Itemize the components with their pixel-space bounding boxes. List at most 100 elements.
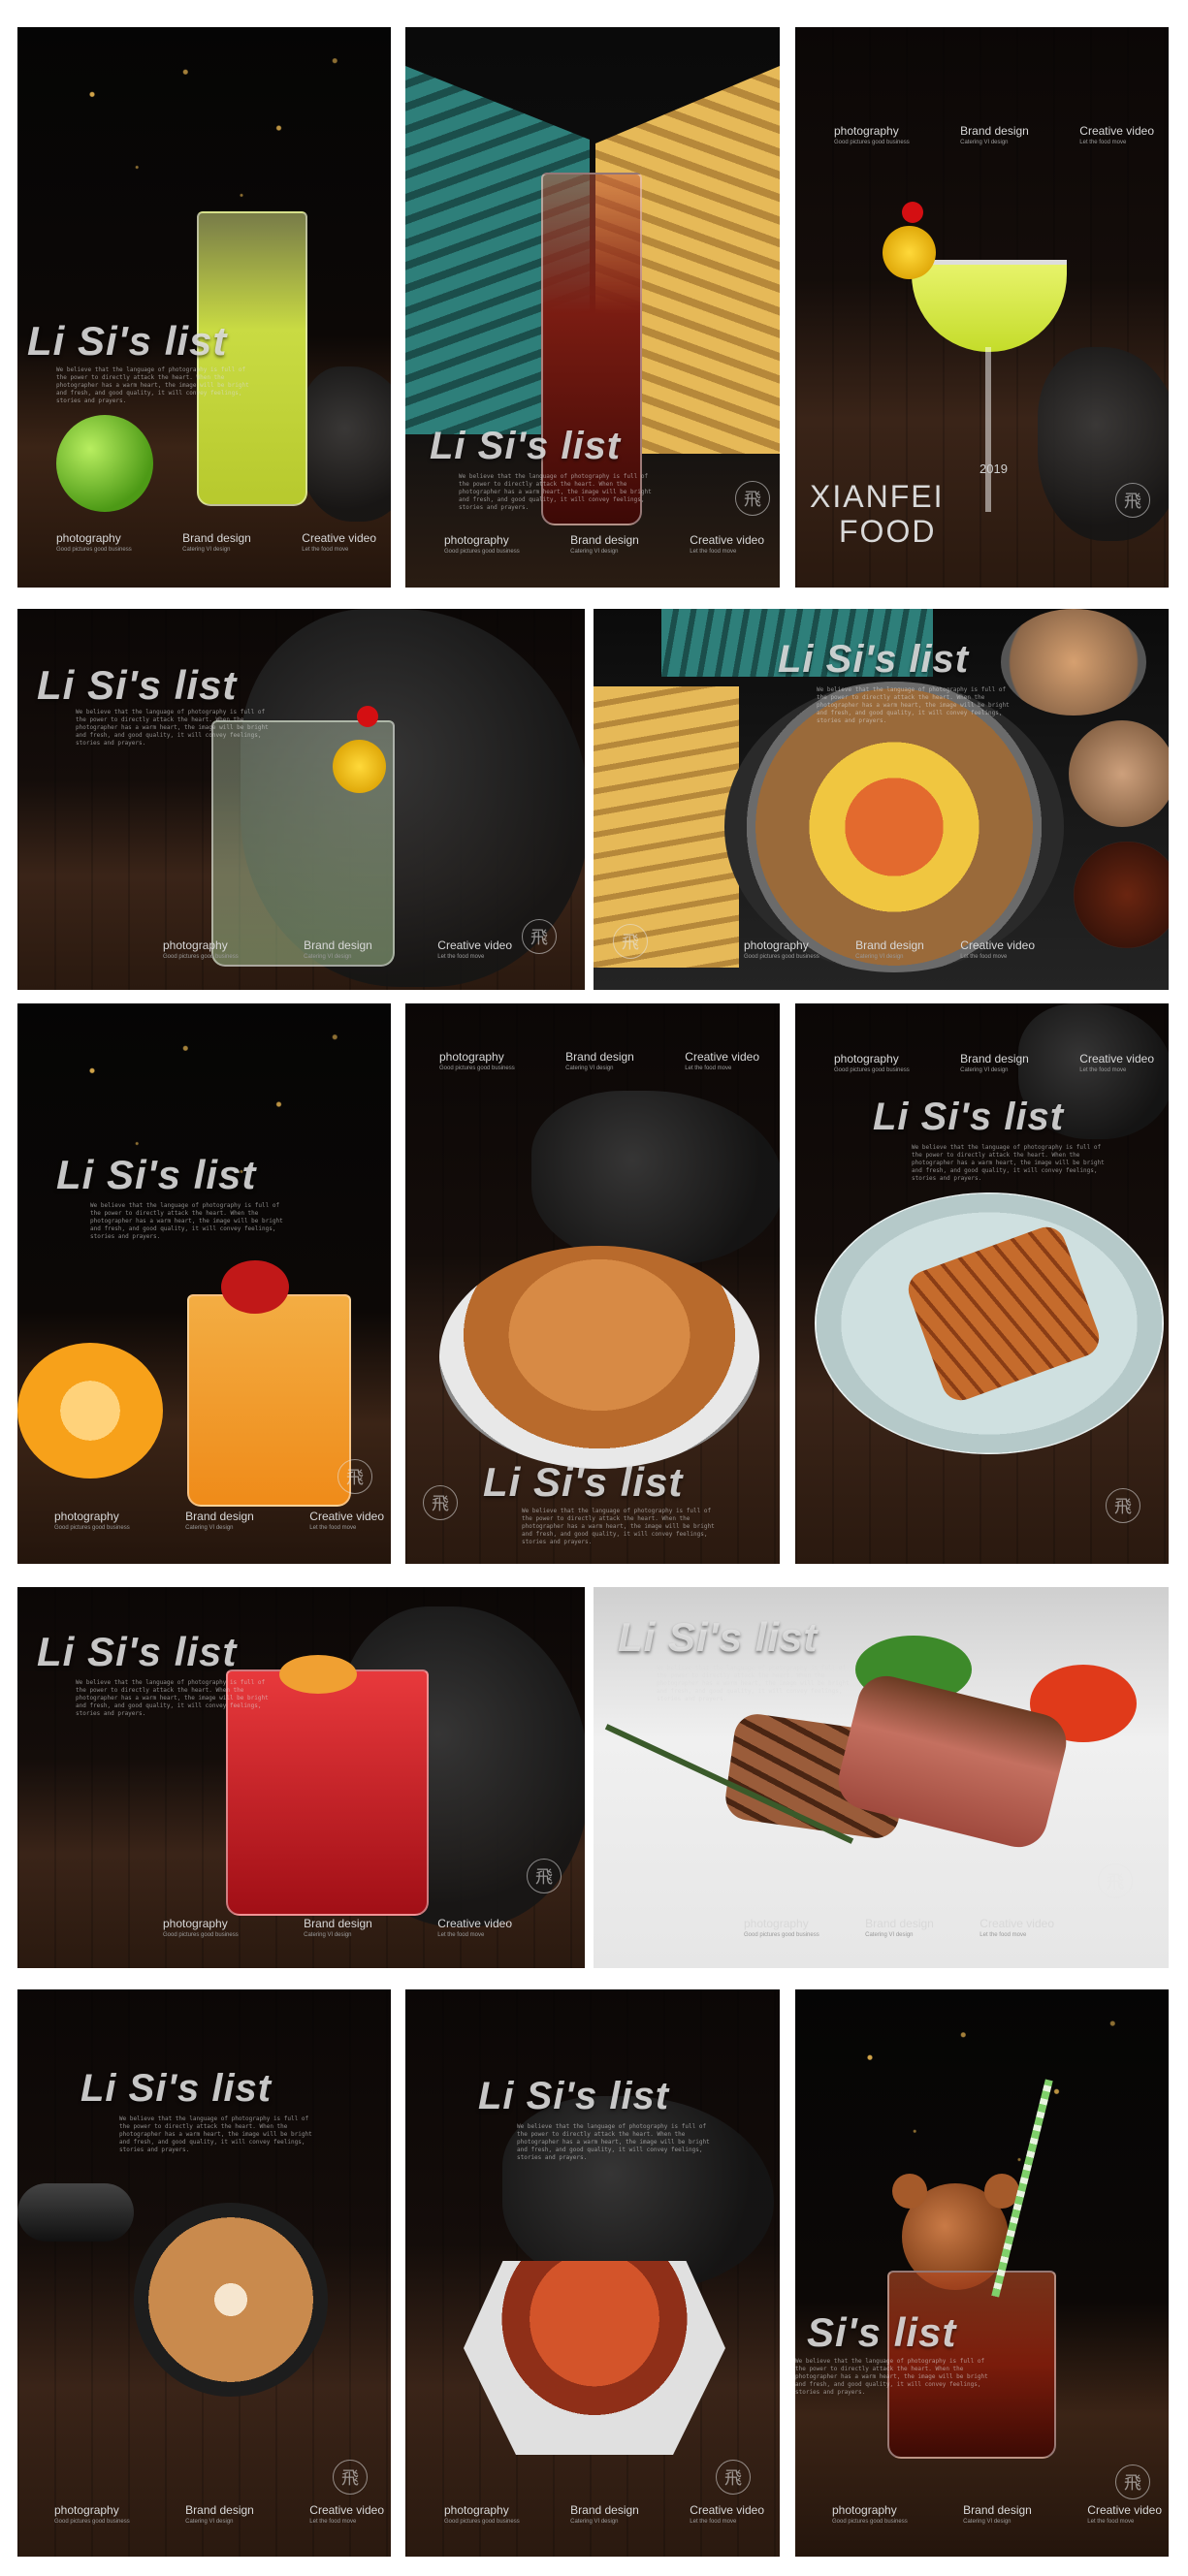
blurb-text: We believe that the language of photogra… (517, 2123, 710, 2161)
footer-photography: photography (54, 2503, 119, 2517)
brand-title: Li Si's list (56, 1152, 257, 1197)
photo-tile-green-cocktail: 2019 XIANFEI FOOD photography Good pictur… (795, 27, 1169, 588)
brand-title: Li Si's list (483, 1459, 684, 1505)
footer-bar: photography Good pictures good business B… (54, 2503, 384, 2525)
footer-brand: Brand design (565, 1050, 634, 1064)
brand-title: Li Si's list (80, 2067, 273, 2110)
blurb-text: We believe that the language of photogra… (76, 709, 269, 747)
footer-brand: Brand design (185, 2503, 254, 2517)
footer-bar: photography Good pictures good business B… (444, 2503, 764, 2525)
orange-peel-image (279, 1655, 357, 1694)
orange-half-image (17, 1343, 163, 1479)
footer-brand: Brand design (855, 938, 924, 952)
photo-tile-red-drink: Li Si's list We believe that the languag… (17, 1587, 585, 1968)
footer-photography: photography (54, 1510, 119, 1523)
brand-title: Li Si's list (37, 1629, 238, 1674)
crab-bowl-image (464, 2261, 725, 2455)
footer-photography: photography (744, 938, 809, 952)
photo-tile-lemonade: Li Si's list We believe that the languag… (17, 27, 391, 588)
blurb-text: We believe that the language of photogra… (119, 2115, 312, 2153)
footer-photography: photography (834, 124, 899, 138)
photo-tile-fried-strips: photography Good pictures good business B… (405, 1003, 780, 1564)
footer-bar: photography Good pictures good business B… (163, 938, 512, 960)
photo-tile-crab: Li Si's list We believe that the languag… (405, 1989, 780, 2557)
seal-logo: 飛 (1098, 1863, 1133, 1898)
sauce-cup-image (1069, 720, 1169, 827)
food-text: FOOD (839, 514, 937, 549)
footer-video: Creative video (1087, 2503, 1162, 2517)
footer-bar: photography Good pictures good business B… (163, 1917, 512, 1938)
brand-title: Li Si's list (478, 2075, 670, 2117)
footer-bar: photography Good pictures good business B… (832, 2503, 1162, 2525)
blurb-text: We believe that the language of photogra… (657, 1665, 850, 1702)
brand-title: Li Si's list (37, 662, 238, 708)
yellow-fan-image (594, 686, 739, 968)
footer-video: Creative video (309, 2503, 384, 2517)
blurb-text: We believe that the language of photogra… (522, 1508, 715, 1545)
orange-jar-image (187, 1294, 351, 1507)
photo-tile-tea-splash: Li Si's list We believe that the languag… (405, 27, 780, 588)
footer-video: Creative video (960, 938, 1035, 952)
seal-logo: 飛 (735, 481, 770, 516)
photo-tile-cucumber-soda: Li Si's list We believe that the languag… (17, 609, 585, 990)
bear-ear-image (892, 2174, 927, 2209)
footer-photography: photography (163, 1917, 228, 1930)
footer-bar: photography Good pictures good business B… (744, 938, 1035, 960)
footer-brand: Brand design (865, 1917, 934, 1930)
photo-tile-salmon-bowl: Li Si's list We believe that the languag… (594, 609, 1169, 990)
footer-bar: photography Good pictures good business B… (744, 1917, 1054, 1938)
footer-bar: photography Good pictures good business B… (834, 1052, 1154, 1073)
seal-logo: 飛 (527, 1859, 562, 1893)
footer-brand: Brand design (182, 531, 251, 545)
footer-photography: photography (744, 1917, 809, 1930)
footer-video: Creative video (690, 2503, 764, 2517)
sauce-cup-image (1001, 609, 1146, 716)
blurb-text: We believe that the language of photogra… (459, 473, 652, 511)
footer-brand: Brand design (185, 1510, 254, 1523)
footer-bar: photography Good pictures good business B… (54, 1510, 384, 1531)
cherry-image (902, 202, 923, 223)
footer-bar: photography Good pictures good business B… (444, 533, 764, 555)
footer-photography: photography (444, 533, 509, 547)
lemon-slice-image (883, 226, 936, 279)
brand-title: Li Si's list (778, 638, 970, 681)
brand-title: Li Si's list (430, 425, 622, 467)
photo-tile-bear-tea: Li Si's list We believe that the languag… (795, 1989, 1169, 2557)
lime-image (56, 415, 153, 512)
brand-title: Li Si's list (873, 1096, 1065, 1138)
coffee-cup-image (134, 2203, 328, 2397)
footer-video: Creative video (302, 531, 376, 545)
footer-video: Creative video (1079, 1052, 1154, 1065)
photo-tile-orange-drink: Li Si's list We believe that the languag… (17, 1003, 391, 1564)
tamper-image (17, 2183, 134, 2242)
year-text: 2019 (979, 461, 1008, 476)
seal-logo: 飛 (1115, 483, 1150, 518)
footer-video: Creative video (437, 938, 512, 952)
footer-brand: Brand design (570, 2503, 639, 2517)
footer-photography: photography (444, 2503, 509, 2517)
blurb-text: We believe that the language of photogra… (76, 1679, 269, 1717)
footer-bar: photography Good pictures good business B… (56, 531, 376, 553)
footer-brand: Brand design (304, 938, 372, 952)
footer-video: Creative video (1079, 124, 1154, 138)
seal-logo: 飛 (1106, 1488, 1140, 1523)
blurb-text: We believe that the language of photogra… (912, 1144, 1105, 1182)
footer-bar: photography Good pictures good business B… (834, 124, 1154, 145)
footer-brand: Brand design (570, 533, 639, 547)
footer-brand: Brand design (304, 1917, 372, 1930)
seal-logo: 飛 (522, 919, 557, 954)
photo-tile-coffee: Li Si's list We believe that the languag… (17, 1989, 391, 2557)
footer-bar: photography Good pictures good business B… (439, 1050, 759, 1071)
photo-tile-fish-plate: photography Good pictures good business B… (795, 1003, 1169, 1564)
blurb-text: We believe that the language of photogra… (817, 686, 1010, 724)
xianfei-text: XIANFEI (810, 479, 945, 514)
footer-brand: Brand design (963, 2503, 1032, 2517)
footer-brand: Brand design (960, 124, 1029, 138)
lemon-slice-image (333, 740, 386, 793)
seal-logo: 飛 (337, 1459, 372, 1494)
footer-photography: photography (163, 938, 228, 952)
cherry-image (357, 706, 378, 727)
cocktail-stem (985, 347, 991, 512)
footer-photography: photography (439, 1050, 504, 1064)
footer-video: Creative video (690, 533, 764, 547)
